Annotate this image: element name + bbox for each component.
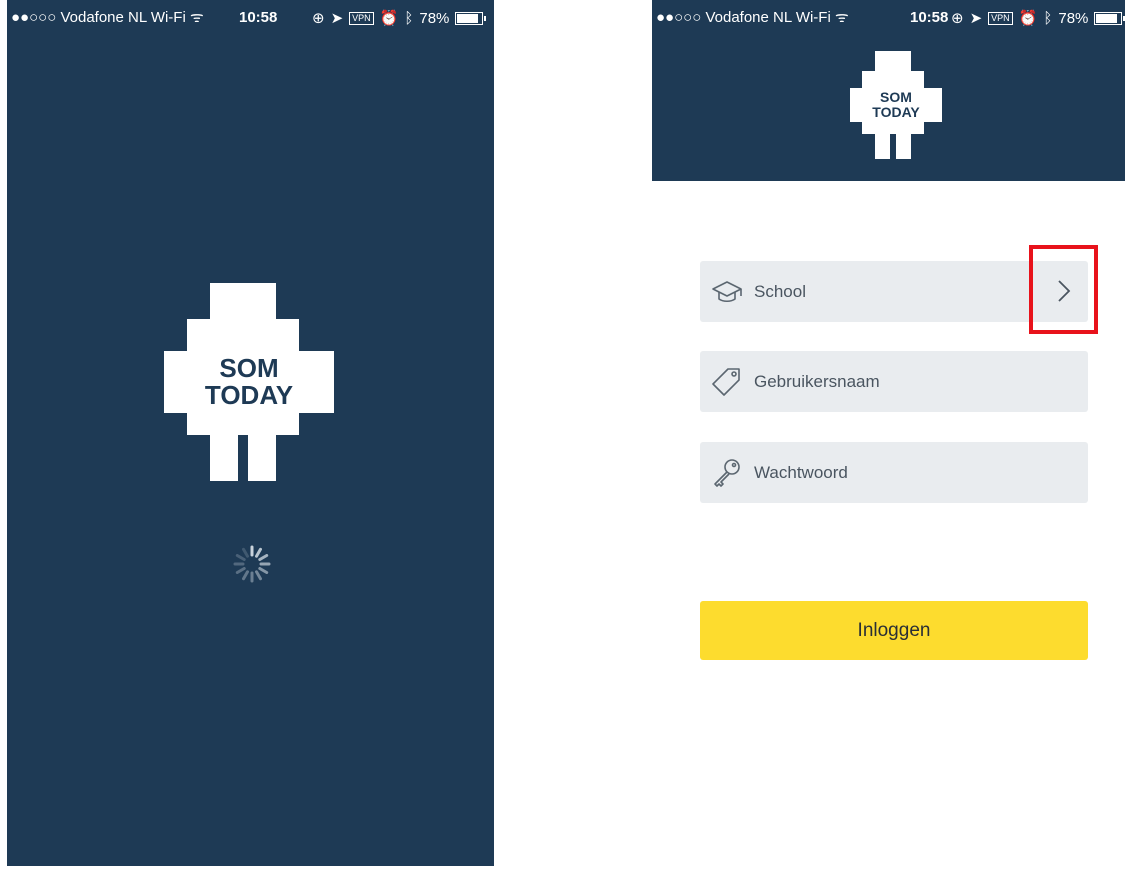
alarm-icon: ⏰ — [1018, 10, 1038, 27]
password-field[interactable]: Wachtwoord — [700, 442, 1088, 503]
battery-percentage: 78% — [1058, 9, 1089, 27]
key-icon — [714, 458, 740, 487]
battery-percentage: 78% — [419, 9, 450, 27]
login-button[interactable]: Inloggen — [700, 601, 1088, 660]
status-bar: ●●○○○ Vodafone NL Wi-Fi ᯤ 10:58 ⊕ ➤ VPN … — [652, 0, 1125, 36]
carrier-label: ●●○○○ Vodafone NL Wi-Fi ᯤ — [656, 9, 849, 26]
battery-icon — [455, 11, 487, 25]
password-label: Wachtwoord — [754, 462, 848, 482]
somtoday-logo: SOM TODAY — [850, 51, 942, 159]
status-icons: ⊕ ➤ VPN ⏰ ᛒ 78% — [951, 0, 1125, 36]
orientation-lock-icon: ⊕ — [951, 10, 964, 27]
clock: 10:58 — [239, 9, 278, 26]
carrier-label: ●●○○○ Vodafone NL Wi-Fi ᯤ — [11, 9, 204, 26]
status-bar: ●●○○○ Vodafone NL Wi-Fi ᯤ 10:58 ⊕ ➤ VPN … — [7, 0, 494, 36]
username-field[interactable]: Gebruikersnaam — [700, 351, 1088, 412]
splash-screen: ●●○○○ Vodafone NL Wi-Fi ᯤ 10:58 ⊕ ➤ VPN … — [7, 0, 494, 866]
somtoday-logo: SOM TODAY — [164, 283, 334, 481]
status-icons: ⊕ ➤ VPN ⏰ ᛒ 78% — [312, 0, 487, 36]
graduation-cap-icon — [712, 280, 742, 302]
login-header: SOM TODAY — [652, 36, 1125, 181]
username-label: Gebruikersnaam — [754, 371, 880, 391]
location-icon: ➤ — [330, 10, 344, 27]
login-screen: ●●○○○ Vodafone NL Wi-Fi ᯤ 10:58 ⊕ ➤ VPN … — [652, 0, 1125, 866]
bluetooth-icon: ᛒ — [404, 9, 414, 27]
school-label: School — [754, 281, 806, 301]
loading-spinner-icon — [233, 545, 271, 583]
logo-text-today: TODAY — [872, 104, 920, 120]
logo-text-today: TODAY — [204, 380, 294, 410]
bluetooth-icon: ᛒ — [1043, 9, 1053, 27]
vpn-badge: VPN — [349, 11, 374, 25]
tag-icon — [712, 367, 740, 396]
orientation-lock-icon: ⊕ — [312, 10, 325, 27]
clock: 10:58 — [910, 9, 949, 26]
vpn-badge: VPN — [988, 11, 1013, 25]
chevron-highlight-box — [1029, 245, 1098, 334]
location-icon: ➤ — [969, 10, 983, 27]
logo-text-som: SOM — [880, 89, 912, 105]
alarm-icon: ⏰ — [379, 10, 399, 27]
battery-icon — [1094, 11, 1125, 25]
